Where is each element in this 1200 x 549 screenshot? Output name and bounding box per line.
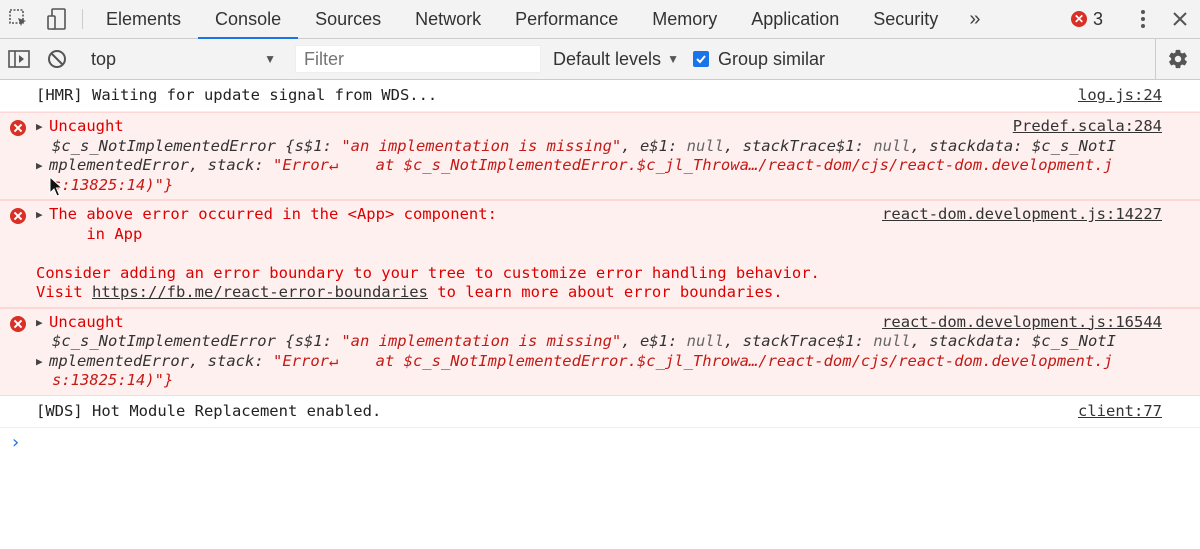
tab-security[interactable]: Security (856, 0, 955, 38)
tab-elements[interactable]: Elements (89, 0, 198, 38)
toolbar-divider (82, 9, 83, 29)
expand-triangle-icon[interactable]: ▶ (36, 117, 49, 137)
checkbox-checked-icon[interactable] (692, 51, 709, 67)
source-link[interactable]: react-dom.development.js:16544 (882, 313, 1162, 333)
dropdown-caret-icon: ▼ (264, 52, 276, 66)
expand-triangle-icon[interactable]: ▶ (36, 205, 49, 225)
console-toolbar: top ▼ Default levels ▼ Group similar (0, 39, 1200, 80)
context-selector[interactable]: top ▼ (81, 45, 286, 73)
error-text-line: Consider adding an error boundary to you… (36, 263, 820, 282)
console-error-message: react-dom.development.js:16544 ▶ Uncaught… (0, 307, 1200, 396)
console-error-message: Predef.scala:284 ▶ Uncaught $c_s_NotImple… (0, 112, 1200, 200)
console-messages: [HMR] Waiting for update signal from WDS… (0, 80, 1200, 458)
more-tabs-button[interactable]: » (955, 0, 994, 38)
error-icon (10, 120, 26, 136)
expand-triangle-icon[interactable]: ▶ (36, 313, 49, 333)
error-icon: ✕ (1070, 11, 1087, 27)
close-icon[interactable] (1160, 11, 1200, 27)
tab-sources[interactable]: Sources (298, 0, 398, 38)
tab-performance[interactable]: Performance (498, 0, 635, 38)
console-error-message: react-dom.development.js:14227 ▶ The abov… (0, 200, 1200, 308)
log-levels-dropdown[interactable]: Default levels ▼ (553, 49, 679, 70)
console-prompt[interactable]: › (0, 428, 1200, 458)
tab-memory[interactable]: Memory (635, 0, 734, 38)
prompt-chevron-icon: › (10, 431, 21, 453)
error-object-line[interactable]: ▶ mplementedError, stack: "Error↵ at $c_s… (36, 156, 1162, 176)
console-log-message: [WDS] Hot Module Replacement enabled. cl… (0, 396, 1200, 428)
log-levels-label: Default levels (553, 48, 662, 69)
error-counter[interactable]: ✕ 3 (1061, 9, 1113, 30)
log-text: [HMR] Waiting for update signal from WDS… (36, 86, 438, 104)
filter-input[interactable] (295, 45, 541, 73)
inspect-element-icon[interactable] (0, 0, 38, 38)
error-boundary-link[interactable]: https://fb.me/react-error-boundaries (92, 283, 428, 301)
device-toolbar-icon[interactable] (38, 0, 76, 38)
settings-gear-icon[interactable] (1155, 39, 1200, 79)
tab-network[interactable]: Network (398, 0, 498, 38)
devtools-tab-bar: Elements Console Sources Network Perform… (0, 0, 1200, 39)
console-log-message: [HMR] Waiting for update signal from WDS… (0, 80, 1200, 112)
error-text-line: Visit https://fb.me/react-error-boundari… (36, 283, 783, 301)
kebab-menu-icon[interactable] (1126, 9, 1160, 29)
group-similar-checkbox[interactable]: Group similar (692, 48, 825, 70)
dropdown-caret-icon: ▼ (667, 52, 679, 66)
log-text: [WDS] Hot Module Replacement enabled. (36, 401, 382, 420)
clear-console-icon[interactable] (38, 49, 76, 69)
error-object-line[interactable]: $c_s_NotImplementedError {s$1: "an imple… (36, 332, 1162, 352)
error-title-line[interactable]: ▶ Uncaught (36, 117, 1162, 137)
source-link[interactable]: Predef.scala:284 (1013, 117, 1162, 137)
error-object-line[interactable]: ▶ mplementedError, stack: "Error↵ at $c_s… (36, 352, 1162, 372)
error-icon (10, 208, 26, 224)
error-blank-line (36, 244, 1162, 264)
expand-triangle-icon[interactable]: ▶ (36, 156, 49, 176)
tabbar-right-group: ✕ 3 (1061, 0, 1200, 38)
error-object-line: s:13825:14)"} (52, 371, 174, 389)
error-object-line: s:13825:14)"} (52, 175, 174, 194)
source-link[interactable]: react-dom.development.js:14227 (882, 205, 1162, 225)
show-sidebar-icon[interactable] (0, 50, 38, 68)
error-count: 3 (1092, 8, 1103, 29)
source-link[interactable]: log.js:24 (1078, 80, 1162, 111)
tab-console[interactable]: Console (198, 0, 299, 39)
error-text-line: in App (49, 224, 143, 243)
mouse-cursor-icon (49, 175, 64, 203)
error-icon (10, 315, 26, 332)
error-object-line[interactable]: $c_s_NotImplementedError {s$1: "an imple… (36, 137, 1162, 157)
expand-triangle-icon[interactable]: ▶ (36, 352, 49, 372)
tab-application[interactable]: Application (734, 0, 856, 38)
source-link[interactable]: client:77 (1078, 396, 1162, 427)
group-similar-label: Group similar (717, 48, 825, 69)
context-value: top (91, 48, 117, 69)
